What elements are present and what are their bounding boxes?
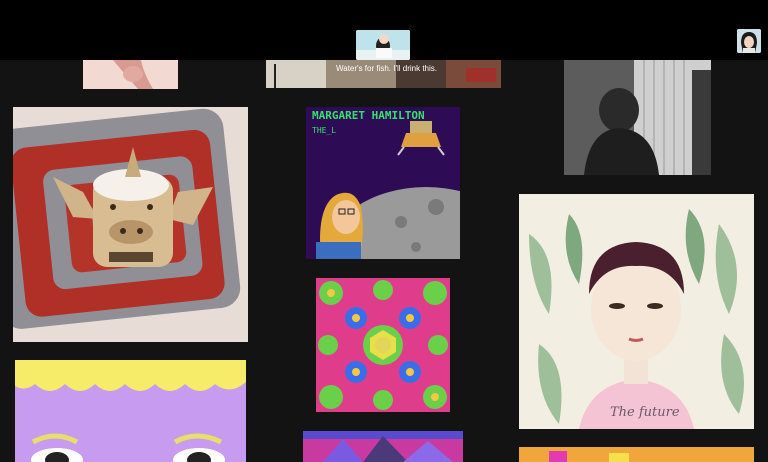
cartoon-eyes-image bbox=[15, 360, 246, 462]
bw-window-photo-tile[interactable] bbox=[564, 60, 711, 175]
hand-photo-image bbox=[83, 60, 178, 89]
movie-caption: Water's for fish. I'll drink this. bbox=[336, 64, 438, 73]
kaleidoscope-image bbox=[316, 278, 450, 412]
hamilton-subtitle: THE_L bbox=[312, 126, 337, 135]
orange-art-tile[interactable] bbox=[519, 447, 754, 462]
hand-photo-tile[interactable] bbox=[83, 60, 178, 89]
bw-photo-image bbox=[564, 60, 711, 175]
crystal-photo-tile[interactable] bbox=[303, 431, 463, 462]
top-bar bbox=[0, 0, 768, 60]
image-thumb-icon bbox=[356, 30, 410, 60]
hamilton-title: MARGARET HAMILTON bbox=[312, 109, 425, 122]
kaleidoscope-tile[interactable] bbox=[316, 278, 450, 412]
orange-art-image bbox=[519, 447, 754, 462]
cartoon-eyes-tile[interactable] bbox=[15, 360, 246, 462]
center-image-thumb[interactable] bbox=[356, 30, 410, 60]
portrait-illustration-image bbox=[519, 194, 754, 429]
user-avatar[interactable] bbox=[737, 29, 761, 53]
wooden-pig-image bbox=[13, 107, 248, 342]
wooden-pig-photo-tile[interactable] bbox=[13, 107, 248, 342]
avatar-icon bbox=[737, 29, 761, 53]
crystal-image bbox=[303, 431, 463, 462]
future-text: The future bbox=[610, 405, 680, 420]
future-illustration-tile[interactable] bbox=[519, 194, 754, 429]
